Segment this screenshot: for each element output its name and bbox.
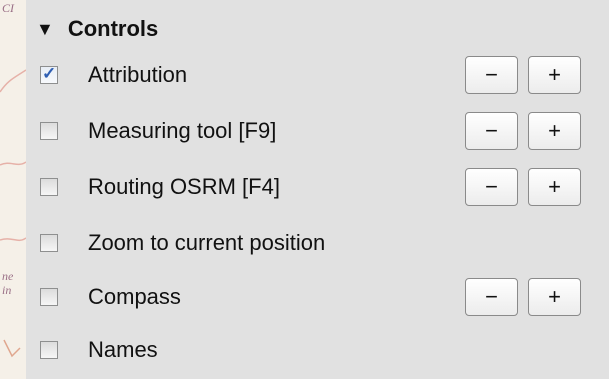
names-checkbox[interactable] [40,341,58,359]
control-row-compass: Compass − + [26,272,609,322]
increase-button[interactable]: + [528,56,581,94]
map-label: in [2,283,12,297]
map-label: CI [2,1,14,15]
control-row-attribution: ✓ Attribution − + [26,50,609,100]
control-row-zoom-to-current-position: Zoom to current position [26,218,609,268]
control-label: Names [88,337,158,362]
compass-checkbox[interactable] [40,288,58,306]
control-row-names: Names [26,325,609,375]
map-label: ne [2,269,14,283]
controls-panel: ▼ Controls ✓ Attribution − + Measuring t… [26,0,609,379]
section-title: Controls [67,16,159,41]
control-label: Routing OSRM [F4] [88,174,280,199]
control-label: Measuring tool [F9] [88,118,277,143]
checkmark-icon: ✓ [42,64,57,83]
measuring-tool-checkbox[interactable] [40,122,58,140]
control-row-measuring-tool: Measuring tool [F9] − + [26,106,609,156]
increase-button[interactable]: + [528,168,581,206]
collapse-arrow-icon[interactable]: ▼ [36,19,54,40]
control-label: Attribution [88,62,188,87]
attribution-checkbox[interactable]: ✓ [40,64,58,84]
routing-osrm-checkbox[interactable] [40,178,58,196]
control-label: Zoom to current position [88,230,326,255]
map-roads [0,69,26,358]
control-row-routing-osrm: Routing OSRM [F4] − + [26,162,609,212]
decrease-button[interactable]: − [465,112,518,150]
decrease-button[interactable]: − [465,56,518,94]
increase-button[interactable]: + [528,112,581,150]
controls-section-header[interactable]: ▼ Controls [36,14,158,44]
map-background-strip: CI ne in [0,0,26,379]
decrease-button[interactable]: − [465,168,518,206]
decrease-button[interactable]: − [465,278,518,316]
zoom-to-current-position-checkbox[interactable] [40,234,58,252]
control-label: Compass [88,284,181,309]
increase-button[interactable]: + [528,278,581,316]
